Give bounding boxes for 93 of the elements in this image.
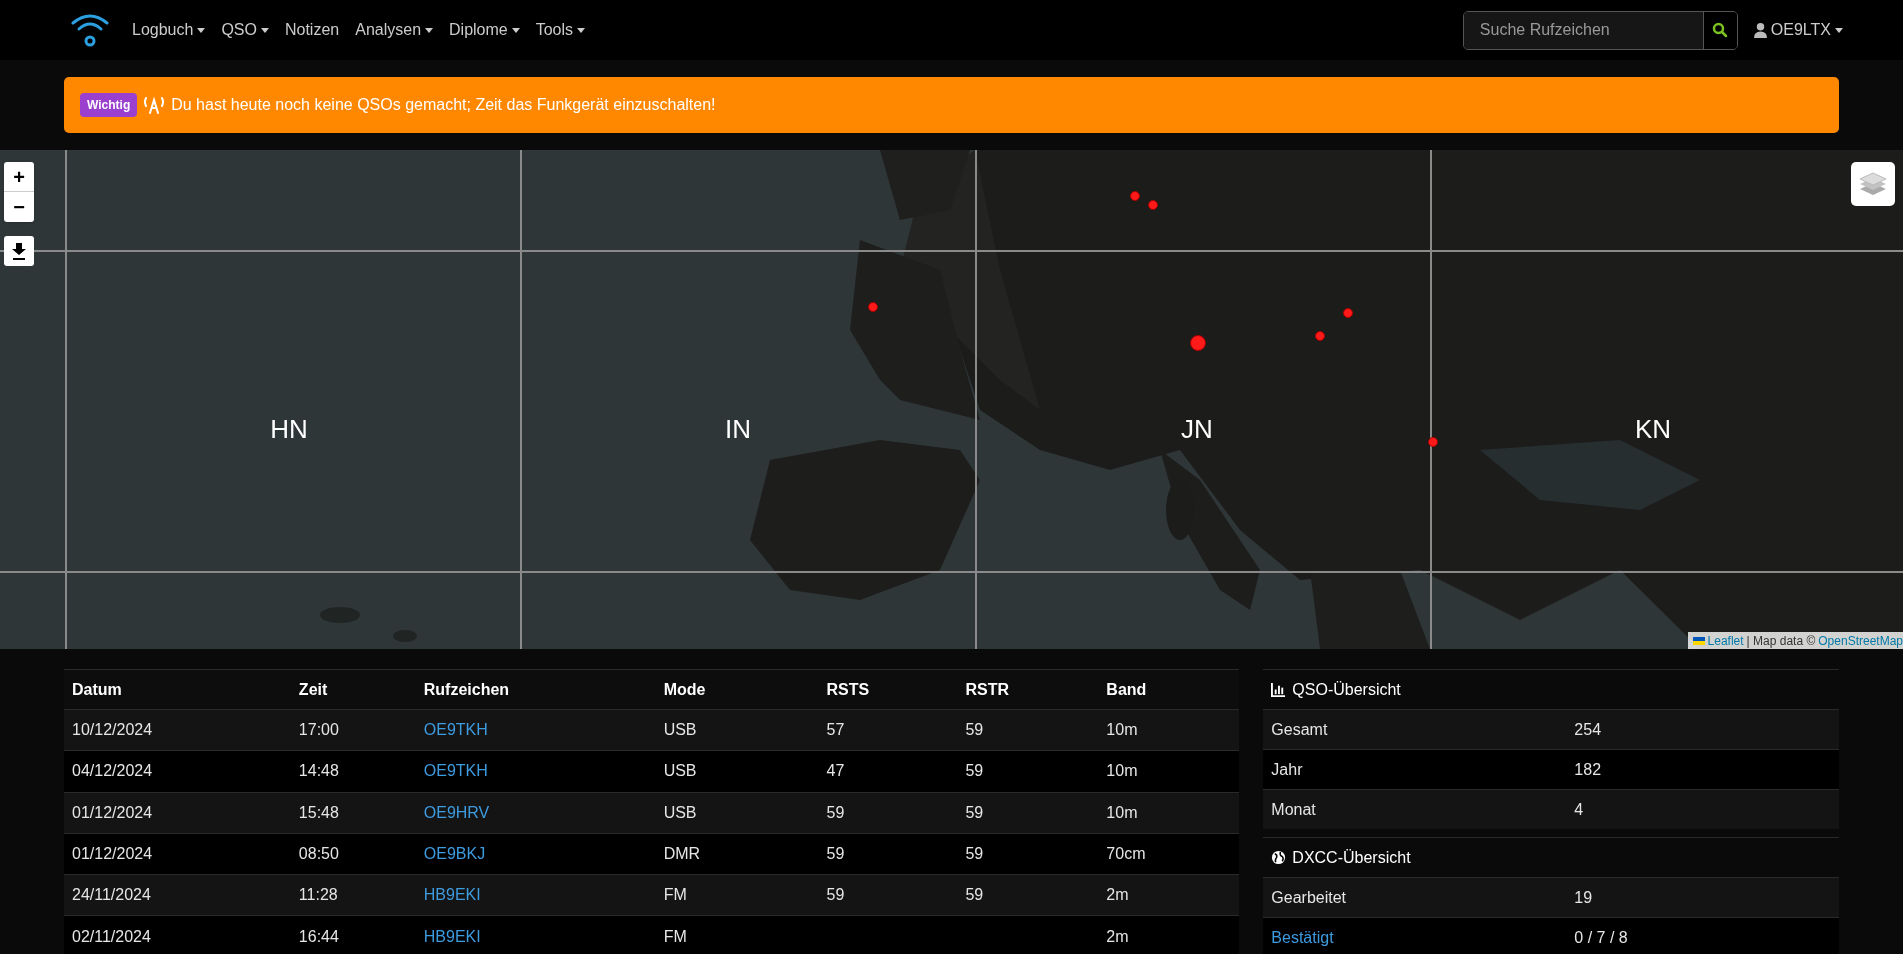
callsign-link[interactable]: OE9BKJ (423, 844, 486, 862)
callsign-link[interactable]: OE9TKH (423, 762, 488, 780)
map-marker[interactable] (1428, 437, 1438, 447)
grid-square-label: JN (1181, 412, 1213, 446)
table-cell: 10m (1098, 792, 1240, 834)
summary-value: 0 / 7 / 8 (1573, 927, 1629, 948)
table-cell: 04/12/2024 (64, 750, 291, 792)
nav-menu[interactable]: Diplome (449, 18, 520, 42)
alert-message: Du hast heute noch keine QSOs gemacht; Zeit das Funkgerät einzuschalten! (171, 95, 716, 115)
table-cell: 17:00 (290, 709, 416, 751)
search-button[interactable] (1702, 11, 1737, 49)
globe-icon (1271, 850, 1287, 865)
section-title: QSO-Übersicht (1292, 679, 1401, 700)
table-cell: 59 (957, 750, 1099, 792)
table-cell: 59 (957, 792, 1099, 834)
table-cell: FM (655, 915, 819, 954)
user-menu[interactable]: OE9LTX (1753, 18, 1843, 42)
nav-link[interactable]: Notizen (284, 18, 340, 42)
table-cell: DMR (655, 833, 819, 875)
antenna-icon (143, 96, 166, 114)
download-icon (11, 242, 27, 260)
nav-menu[interactable]: Logbuch (132, 18, 206, 42)
table-cell: 57 (818, 709, 958, 751)
table-cell: 2m (1098, 915, 1240, 954)
grid-square-label: IN (725, 412, 751, 446)
attribution-text: | Map data © (1746, 632, 1816, 649)
summary-link[interactable]: Bestätigt (1263, 925, 1567, 950)
table-cell: USB (655, 750, 819, 792)
table-cell: 24/11/2024 (64, 874, 291, 916)
user-icon (1753, 22, 1767, 38)
search-field[interactable]: Suche Rufzeichen (1462, 10, 1738, 50)
column-header: Rufzeichen (415, 669, 656, 710)
table-cell: 16:44 (290, 915, 416, 954)
column-header: Datum (64, 669, 291, 710)
map-marker[interactable] (1130, 191, 1140, 201)
nav-menu[interactable]: Analysen (355, 18, 434, 42)
table-cell: 59 (957, 833, 1099, 875)
column-header: Zeit (290, 669, 416, 710)
summary-value: 254 (1573, 719, 1603, 740)
table-cell: 15:48 (290, 792, 416, 834)
map-marker[interactable] (868, 302, 878, 312)
wifi-logo-icon[interactable] (70, 11, 110, 49)
table-cell: 01/12/2024 (64, 833, 291, 875)
column-header: Mode (655, 669, 819, 710)
table-cell: 59 (818, 874, 958, 916)
zoom-out-button[interactable]: − (4, 192, 34, 222)
column-header: Band (1098, 669, 1240, 710)
callsign-link[interactable]: OE9HRV (423, 803, 490, 821)
table-cell: 2m (1098, 874, 1240, 916)
table-cell: 02/11/2024 (64, 915, 291, 954)
table-cell: 59 (957, 709, 1099, 751)
table-cell: 10m (1098, 750, 1240, 792)
table-cell: USB (655, 792, 819, 834)
table-cell: 59 (818, 833, 958, 875)
table-cell: 10m (1098, 709, 1240, 751)
column-header: RSTS (818, 669, 958, 710)
column-header: RSTR (957, 669, 1099, 710)
table-cell: 59 (818, 792, 958, 834)
table-cell: USB (655, 709, 819, 751)
grid-square-label: KN (1634, 412, 1672, 446)
map-marker[interactable] (1148, 200, 1158, 210)
search-icon (1712, 22, 1729, 38)
table-cell: 70cm (1098, 833, 1240, 875)
zoom-in-button[interactable]: + (4, 162, 34, 192)
map-marker[interactable] (1315, 331, 1325, 341)
layers-icon (1859, 171, 1887, 197)
summary-value: 4 (1573, 799, 1585, 820)
callsign-link[interactable]: HB9EKI (423, 886, 481, 904)
callsign-link[interactable]: HB9EKI (423, 927, 481, 945)
table-cell: 10/12/2024 (64, 709, 291, 751)
badge: Wichtig (80, 93, 138, 117)
table-cell: 08:50 (290, 833, 416, 875)
table-cell: 14:48 (290, 750, 416, 792)
summary-value: 182 (1573, 759, 1603, 780)
table-cell: FM (655, 874, 819, 916)
table-cell: 11:28 (290, 874, 416, 916)
table-cell: 01/12/2024 (64, 792, 291, 834)
table-cell: 47 (818, 750, 958, 792)
summary-label: Gearbeitet (1270, 887, 1348, 908)
section-title: DXCC-Übersicht (1292, 847, 1411, 868)
summary-label: Monat (1270, 799, 1317, 820)
download-button[interactable] (4, 236, 34, 266)
grid-square-label: HN (270, 412, 308, 446)
bar-chart-icon (1271, 682, 1287, 697)
nav-menu[interactable]: QSO (221, 18, 269, 42)
summary-value: 19 (1573, 887, 1594, 908)
callsign-link[interactable]: OE9TKH (423, 721, 488, 739)
summary-label: Gesamt (1270, 719, 1329, 740)
nav-menu[interactable]: Tools (535, 18, 586, 42)
flag-icon (1692, 636, 1705, 645)
summary-label: Jahr (1270, 759, 1304, 780)
map-marker[interactable] (1343, 308, 1353, 318)
table-cell: 59 (957, 874, 1099, 916)
